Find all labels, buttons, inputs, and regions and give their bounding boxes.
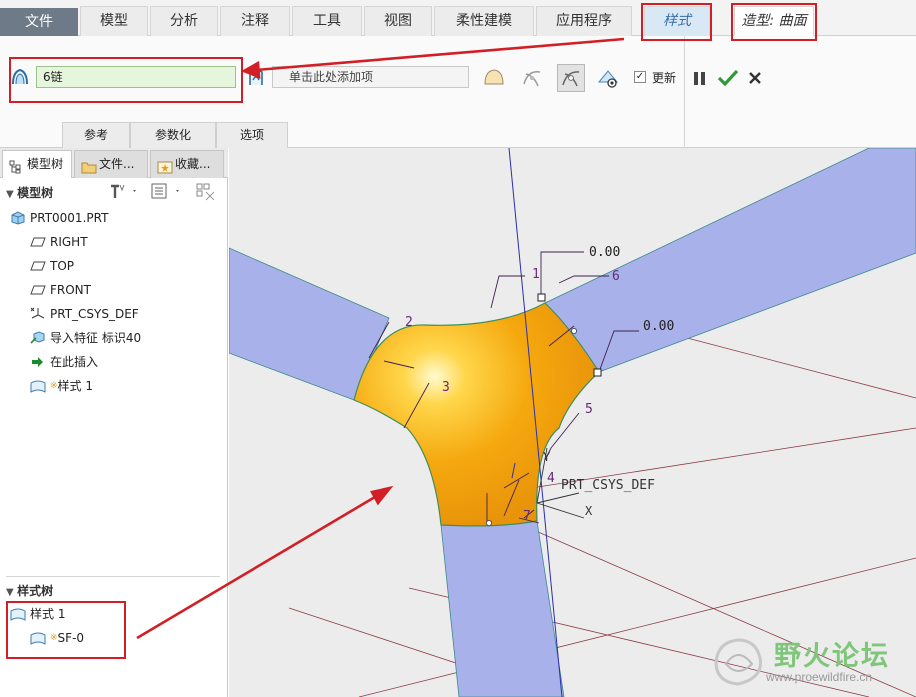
ok-check-icon[interactable] bbox=[716, 66, 740, 90]
tab-analysis[interactable]: 分析 bbox=[150, 6, 218, 36]
model-tree-icon bbox=[9, 157, 23, 183]
navigator-tabs: 模型树 文件... 收藏... bbox=[0, 148, 228, 178]
model-tree-header-label: 模型树 bbox=[17, 186, 54, 200]
tab-flexible-modeling[interactable]: 柔性建模 bbox=[434, 6, 534, 36]
tree-item-label: 导入特征 标识40 bbox=[50, 331, 142, 345]
watermark-url: www.proewildfire.cn bbox=[766, 670, 873, 684]
tab-model[interactable]: 模型 bbox=[80, 6, 148, 36]
tab-model-tree-label: 模型树 bbox=[27, 157, 64, 171]
tree-item-label: PRT_CSYS_DEF bbox=[50, 307, 139, 321]
tab-annotate[interactable]: 注释 bbox=[220, 6, 290, 36]
graphics-viewport[interactable]: 0.00 6 0.00 1 2 3 5 4 7 PRT_CSYS_DEF X Y bbox=[229, 148, 916, 697]
curve-number-label: 7 bbox=[523, 509, 531, 524]
csys-icon bbox=[30, 307, 46, 321]
annotation-box-surface-tab bbox=[731, 3, 817, 41]
curve-network-icon[interactable] bbox=[520, 66, 544, 90]
surface-icon[interactable] bbox=[482, 66, 506, 90]
tab-file[interactable]: 文件 bbox=[0, 8, 78, 36]
node-handle-top bbox=[537, 293, 546, 302]
app-window: 文件 模型 分析 注释 工具 视图 柔性建模 应用程序 样式 造型: 曲面 6链… bbox=[0, 0, 916, 697]
annotation-box-style-tab bbox=[641, 3, 712, 41]
tube-right bbox=[544, 148, 916, 373]
tab-applications[interactable]: 应用程序 bbox=[536, 6, 632, 36]
subtab-parameterization[interactable]: 参数化 bbox=[130, 122, 216, 148]
cancel-x-icon[interactable] bbox=[746, 69, 764, 87]
tree-item-label: RIGHT bbox=[50, 235, 88, 249]
tab-view[interactable]: 视图 bbox=[364, 6, 432, 36]
import-feature-icon bbox=[30, 331, 46, 345]
tree-item-label: ※样式 1 bbox=[50, 379, 93, 393]
watermark-logo-icon bbox=[708, 634, 768, 693]
datum-plane-icon bbox=[30, 283, 46, 297]
node-point bbox=[570, 327, 578, 335]
curve-number-label: 1 bbox=[532, 267, 540, 282]
update-label: 更新 bbox=[652, 71, 677, 85]
favorites-icon bbox=[157, 157, 173, 183]
dimension-label: 0.00 bbox=[643, 319, 675, 334]
add-item-field[interactable]: 单击此处添加项 bbox=[272, 66, 469, 88]
curve-number-label: 4 bbox=[547, 471, 555, 486]
x-axis-label: X bbox=[585, 504, 593, 518]
tab-folder-browser-label: 文件... bbox=[99, 157, 135, 171]
subtab-references[interactable]: 参考 bbox=[62, 122, 130, 148]
part-icon bbox=[10, 211, 26, 225]
y-axis-label: Y bbox=[543, 450, 551, 464]
style-icon bbox=[30, 379, 46, 393]
tab-tools[interactable]: 工具 bbox=[292, 6, 362, 36]
style-tree-header[interactable]: ▼ 样式树 bbox=[6, 582, 53, 599]
ribbon-divider bbox=[684, 36, 685, 148]
settings-tools-icon[interactable] bbox=[108, 182, 138, 203]
panel-splitter[interactable] bbox=[6, 576, 220, 577]
insert-here-icon bbox=[30, 355, 46, 369]
dimension-label: 0.00 bbox=[589, 245, 621, 260]
model-tree-header[interactable]: ▼ 模型树 bbox=[6, 184, 53, 201]
datum-plane-icon bbox=[30, 235, 46, 249]
style-tree-header-label: 样式树 bbox=[17, 584, 54, 598]
subtab-options[interactable]: 选项 bbox=[216, 122, 288, 148]
preview-icon[interactable] bbox=[596, 66, 620, 90]
pause-icon[interactable] bbox=[692, 68, 708, 88]
curve-number-label: 5 bbox=[585, 402, 593, 417]
datum-plane-icon bbox=[30, 259, 46, 273]
update-checkbox[interactable]: ✓ bbox=[634, 71, 646, 83]
add-reference-icon[interactable] bbox=[246, 66, 266, 88]
tab-favorites[interactable]: 收藏... bbox=[150, 150, 224, 178]
node-point bbox=[485, 519, 493, 527]
tree-item-label: TOP bbox=[50, 259, 75, 273]
node-handle-right bbox=[593, 368, 602, 377]
watermark: 野火论坛 www.proewildfire.cn bbox=[700, 630, 910, 694]
show-columns-icon[interactable] bbox=[150, 182, 186, 203]
tree-item-label: 在此插入 bbox=[50, 355, 99, 369]
folder-icon bbox=[81, 157, 97, 183]
tab-folder-browser[interactable]: 文件... bbox=[74, 150, 148, 178]
collapse-arrow-icon[interactable]: ▼ bbox=[6, 587, 17, 598]
tab-favorites-label: 收藏... bbox=[175, 157, 211, 171]
internal-curve-icon[interactable] bbox=[557, 64, 585, 92]
annotation-box-style-tree bbox=[6, 601, 126, 659]
tree-item-label: PRT0001.PRT bbox=[30, 211, 109, 225]
watermark-title: 野火论坛 bbox=[774, 641, 890, 672]
filter-icon[interactable] bbox=[195, 182, 217, 205]
tube-bottom bbox=[440, 520, 565, 697]
curve-number-label: 6 bbox=[612, 269, 620, 284]
tab-model-tree[interactable]: 模型树 bbox=[2, 150, 72, 178]
curve-number-label: 2 bbox=[405, 315, 413, 330]
tree-item-label: FRONT bbox=[50, 283, 91, 297]
collapse-arrow-icon[interactable]: ▼ bbox=[6, 189, 17, 200]
annotation-box-chain bbox=[9, 57, 243, 103]
curve-number-label: 3 bbox=[442, 380, 450, 395]
csys-name-label: PRT_CSYS_DEF bbox=[561, 478, 655, 493]
